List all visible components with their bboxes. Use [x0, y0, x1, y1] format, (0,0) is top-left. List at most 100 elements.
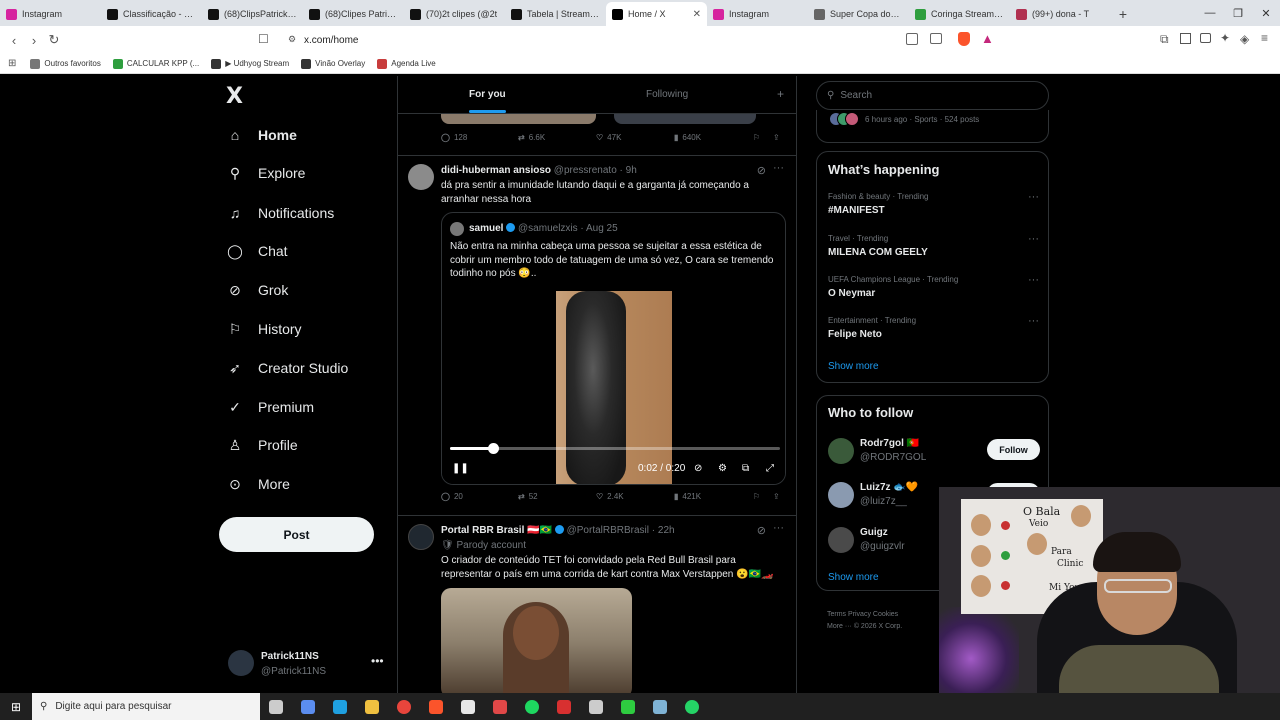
bookmark-item[interactable]: Outros favoritos: [30, 58, 101, 69]
wallet-icon[interactable]: [1200, 33, 1211, 43]
rewards-icon[interactable]: ▲: [981, 31, 994, 46]
show-more-link[interactable]: Show more: [828, 572, 879, 583]
trend-item[interactable]: UEFA Champions League · Trending O Neymar…: [828, 274, 1043, 299]
avatar[interactable]: [408, 164, 434, 190]
sidebar-item-more[interactable]: ⊙ More: [226, 470, 290, 498]
chrome-icon[interactable]: [388, 693, 420, 720]
more-icon[interactable]: ···: [1028, 233, 1039, 245]
tweet[interactable]: Portal RBR Brasil 🇦🇹🇧🇷 @PortalRBRBrasil …: [398, 515, 796, 693]
menu-icon[interactable]: ≡: [1261, 31, 1268, 45]
brave-icon[interactable]: [420, 693, 452, 720]
footer-line[interactable]: Terms Privacy Cookies: [827, 609, 902, 621]
more-icon[interactable]: ···: [773, 162, 784, 174]
tab-for-you[interactable]: For you: [469, 89, 506, 113]
bookmark-star-icon[interactable]: ☐: [258, 32, 269, 46]
bookmark-item[interactable]: Vinão Overlay: [301, 58, 365, 69]
tweet-author[interactable]: didi-huberman ansioso @pressrenato · 9h: [441, 165, 637, 176]
vpn-icon[interactable]: ◈: [1240, 32, 1249, 46]
show-more-link[interactable]: Show more: [828, 361, 879, 372]
avatar[interactable]: [828, 438, 854, 464]
sidebar-item-chat[interactable]: ◯ Chat: [226, 237, 287, 265]
search-input[interactable]: ⚲ Search: [816, 81, 1049, 110]
previous-media-thumb-2[interactable]: [614, 114, 756, 124]
pause-icon[interactable]: ❚❚: [452, 463, 469, 474]
grok-icon[interactable]: ⊘: [757, 524, 766, 537]
trend-item[interactable]: Travel · Trending MILENA COM GEELY ···: [828, 233, 1043, 258]
sidebar-item-grok[interactable]: ⊘ Grok: [226, 276, 288, 304]
sidebar-toggle-icon[interactable]: [1180, 33, 1191, 44]
sidebar-item-creator-studio[interactable]: ➶ Creator Studio: [226, 354, 348, 382]
sidebar-item-history[interactable]: ⚐ History: [226, 315, 302, 343]
repost-button[interactable]: ⇄ 52: [518, 492, 538, 501]
quoted-tweet[interactable]: samuel @samuelzxis · Aug 25 Não entra na…: [441, 212, 786, 485]
leo-icon[interactable]: ✦: [1220, 31, 1230, 45]
like-button[interactable]: ♡ 2.4K: [596, 492, 624, 501]
sidebar-item-profile[interactable]: ♙ Profile: [226, 431, 298, 459]
video-progress-bar[interactable]: [450, 443, 780, 454]
obs-icon[interactable]: [580, 693, 612, 720]
footer-line[interactable]: More ··· © 2026 X Corp.: [827, 621, 902, 633]
copilot-icon[interactable]: [292, 693, 324, 720]
follow-button[interactable]: Follow: [987, 439, 1040, 460]
vscode-icon[interactable]: [452, 693, 484, 720]
bookmark-icon[interactable]: ⚐: [753, 133, 760, 142]
sidebar-item-explore[interactable]: ⚲ Explore: [226, 159, 306, 187]
cast-icon[interactable]: [930, 33, 942, 44]
reply-button[interactable]: ◯ 20: [441, 492, 463, 501]
previous-media-thumb[interactable]: [441, 114, 596, 124]
views-button[interactable]: ▮ 640K: [674, 133, 701, 142]
like-button[interactable]: ♡ 47K: [596, 133, 621, 142]
x-logo-icon[interactable]: X: [226, 84, 243, 109]
avatar[interactable]: [408, 524, 434, 550]
minimize-icon[interactable]: —: [1196, 0, 1224, 26]
apps-grid-icon[interactable]: ⊞: [8, 58, 16, 69]
sidebar-item-home[interactable]: ⌂ Home: [226, 121, 297, 149]
brave-shield-icon[interactable]: [958, 32, 970, 46]
progress-handle[interactable]: [487, 443, 499, 454]
mute-icon[interactable]: ⊘: [694, 463, 702, 474]
pack-icon[interactable]: [548, 693, 580, 720]
task-view-icon[interactable]: [260, 693, 292, 720]
trend-item[interactable]: Entertainment · Trending Felipe Neto ···: [828, 315, 1043, 340]
whatsapp-icon[interactable]: [676, 693, 708, 720]
taskbar-search[interactable]: ⚲ Digite aqui para pesquisar: [32, 693, 260, 720]
more-icon[interactable]: ···: [1028, 274, 1039, 286]
file-icon[interactable]: [484, 693, 516, 720]
bookmark-item[interactable]: Agenda Live: [377, 58, 436, 69]
account-switcher[interactable]: Patrick11NS @Patrick11NS •••: [226, 646, 396, 686]
url-field[interactable]: ⚙ x.com/home: [282, 30, 992, 50]
settings-icon[interactable]: ⚙: [718, 463, 727, 474]
grok-icon[interactable]: ⊘: [757, 164, 766, 177]
browser-tab[interactable]: Home / X ✕: [606, 2, 707, 26]
tweet[interactable]: didi-huberman ansioso @pressrenato · 9h …: [398, 155, 796, 515]
follow-suggestion[interactable]: Rodr7gol 🇵🇹 @RODR7GOL Follow: [828, 436, 1043, 468]
translate-icon[interactable]: [906, 33, 918, 45]
maximize-icon[interactable]: ❐: [1224, 0, 1252, 26]
browser-tab[interactable]: Tabela | Streamme: [505, 2, 606, 26]
avatar[interactable]: [828, 527, 854, 553]
share-icon[interactable]: ⇪: [773, 133, 780, 142]
close-tab-icon[interactable]: ✕: [693, 9, 701, 20]
browser-tab[interactable]: Classificação - Patri: [101, 2, 202, 26]
fullscreen-icon[interactable]: ⤢: [766, 463, 774, 474]
add-feed-icon[interactable]: +: [777, 87, 784, 101]
bookmark-icon[interactable]: ⚐: [753, 492, 760, 501]
reload-icon[interactable]: ↻: [44, 32, 64, 48]
browser-tab[interactable]: (68)ClipsPatrickNs: [202, 2, 303, 26]
back-icon[interactable]: ‹: [4, 33, 24, 48]
browser-tab[interactable]: Instagram: [707, 2, 808, 26]
extensions-icon[interactable]: ⧉: [1160, 32, 1169, 47]
trending-topic-card[interactable]: 6 hours ago · Sports · 524 posts: [816, 110, 1049, 143]
more-icon[interactable]: ···: [773, 522, 784, 534]
spotify-icon[interactable]: [516, 693, 548, 720]
bookmark-item[interactable]: ▶ Udhyog Stream: [211, 58, 289, 69]
edge-icon[interactable]: [324, 693, 356, 720]
sidebar-item-notifications[interactable]: ♫ Notifications: [226, 199, 335, 227]
site-info-icon[interactable]: ⚙: [288, 34, 296, 45]
browser-tab[interactable]: (68)Clipes Patrick1: [303, 2, 404, 26]
more-icon[interactable]: •••: [371, 654, 384, 668]
browser-tab[interactable]: Instagram: [0, 2, 101, 26]
repost-button[interactable]: ⇄ 6.6K: [518, 133, 545, 142]
bookmark-item[interactable]: CALCULAR KPP (...: [112, 58, 199, 69]
browser-tab[interactable]: (70)2t clipes (@2t: [404, 2, 505, 26]
